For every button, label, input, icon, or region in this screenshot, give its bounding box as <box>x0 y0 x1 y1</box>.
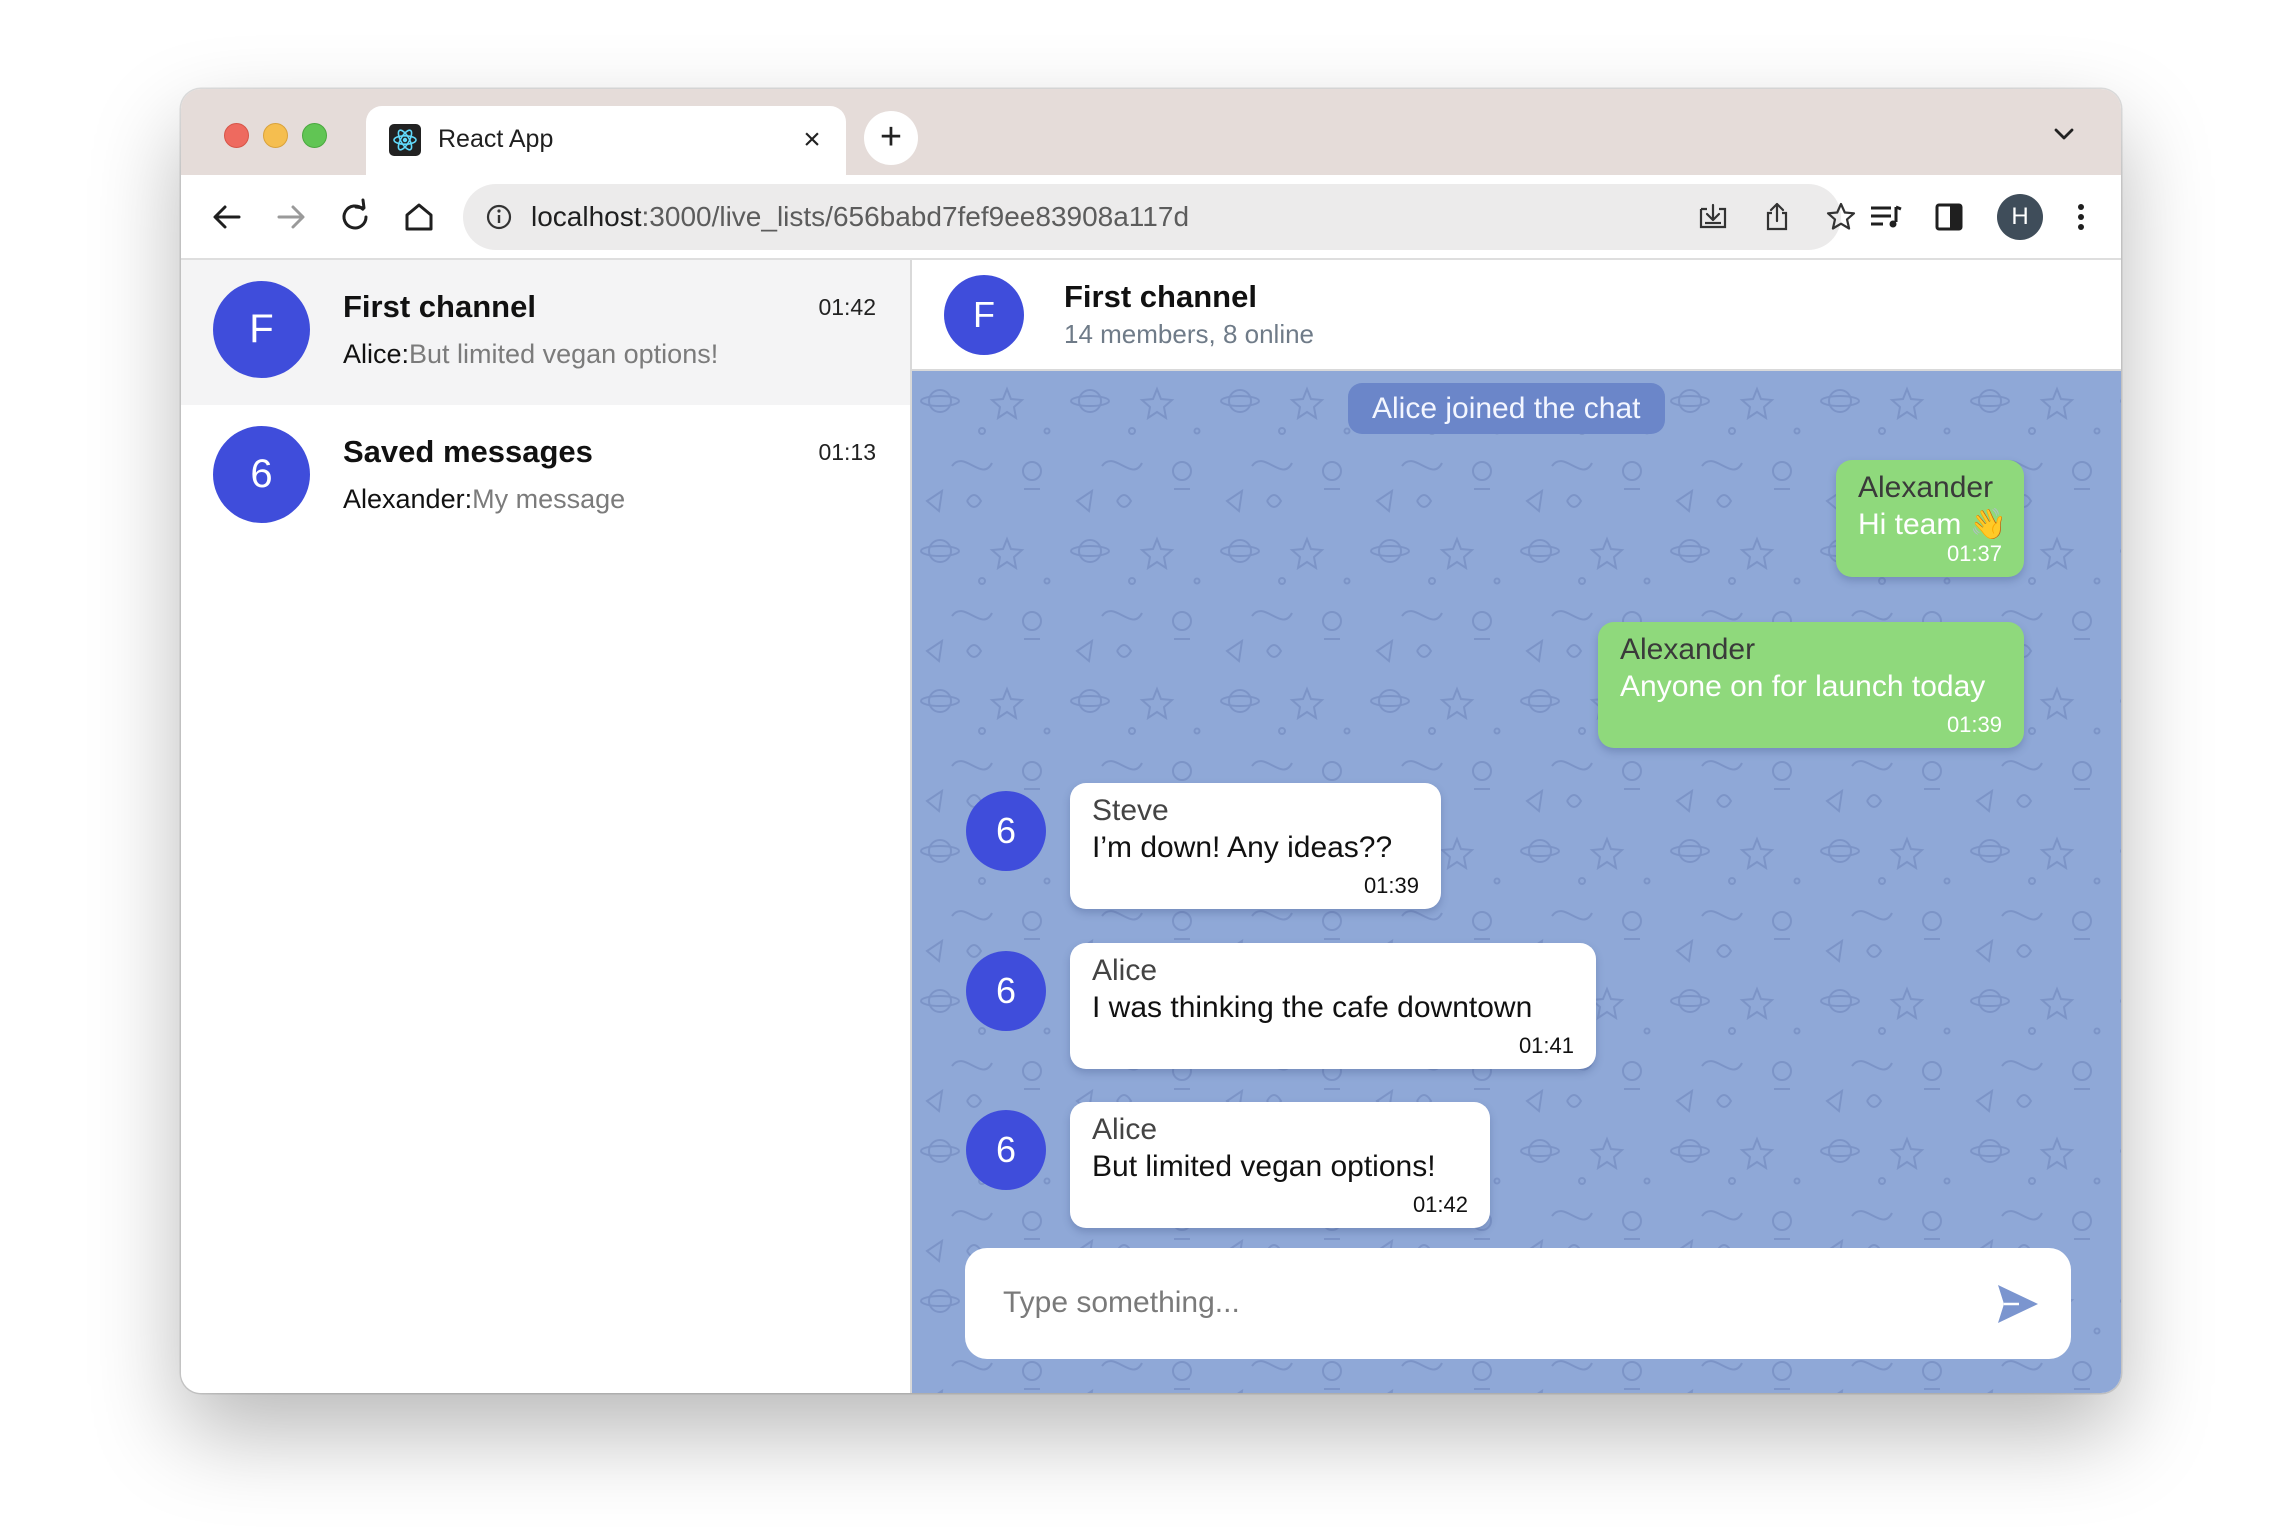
message-sender: Alexander <box>1858 471 1994 504</box>
new-tab-button[interactable]: + <box>864 111 918 165</box>
message-text: I’m down! Any ideas?? <box>1092 831 1393 864</box>
message-text: But limited vegan options! <box>1092 1150 1436 1183</box>
side-panel-icon[interactable] <box>1925 193 1973 241</box>
message-sender: Alice <box>1092 1113 1158 1146</box>
chat-item-first-channel[interactable]: F First channel 01:42 Alice:But limited … <box>181 260 910 405</box>
message-text: Anyone on for launch today <box>1620 670 1986 703</box>
url-path: :3000/live_lists/656babd7fef9ee83908a117… <box>641 201 1190 232</box>
star-icon[interactable] <box>1823 199 1859 235</box>
channel-title: First channel <box>1064 279 1257 314</box>
avatar: 6 <box>213 426 310 523</box>
chat-name: Saved messages <box>343 434 593 469</box>
message-time: 01:39 <box>1946 712 2002 737</box>
more-vert-icon[interactable] <box>2057 193 2105 241</box>
message-time: 01:39 <box>1363 873 1419 898</box>
chat-name: First channel <box>343 289 536 324</box>
chat-time: 01:42 <box>818 294 876 320</box>
sender-avatar[interactable]: 6 <box>966 791 1046 871</box>
sender-avatar[interactable]: 6 <box>966 1110 1046 1190</box>
system-message: Alice joined the chat <box>1348 383 1665 434</box>
channel-avatar[interactable]: F <box>944 275 1024 355</box>
chat-preview: Alice:But limited vegan options! <box>343 339 718 370</box>
message-bubble-in[interactable]: Alice I was thinking the cafe downtown 0… <box>1070 943 1596 1069</box>
avatar: F <box>213 281 310 378</box>
tab-strip: React App × + <box>181 89 2121 175</box>
chevron-down-icon[interactable] <box>2049 119 2079 149</box>
info-icon[interactable] <box>483 201 515 233</box>
chat-item-saved-messages[interactable]: 6 Saved messages 01:13 Alexander:My mess… <box>181 405 910 550</box>
chat-preview: Alexander:My message <box>343 484 625 515</box>
message-bubble-in[interactable]: Steve I’m down! Any ideas?? 01:39 <box>1070 783 1441 909</box>
share-icon[interactable] <box>1759 199 1795 235</box>
url-text: localhost:3000/live_lists/656babd7fef9ee… <box>531 201 1189 233</box>
message-sender: Alice <box>1092 954 1158 987</box>
channel-subtitle: 14 members, 8 online <box>1064 319 1315 349</box>
message-text: I was thinking the cafe downtown <box>1092 991 1533 1024</box>
message-input[interactable] <box>1003 1276 1963 1330</box>
home-icon[interactable] <box>395 193 443 241</box>
app-content: F First channel 01:42 Alice:But limited … <box>181 260 2121 1393</box>
back-arrow-icon[interactable] <box>203 193 251 241</box>
minimize-window-button[interactable] <box>263 123 288 148</box>
browser-window: React App × + localhost:3000/live_lists/… <box>181 89 2121 1393</box>
message-text: Hi team 👋 <box>1858 508 2008 541</box>
message-sender: Alexander <box>1620 633 1756 666</box>
url-host: localhost <box>531 201 642 232</box>
reload-icon[interactable] <box>331 193 379 241</box>
preview-sender: Alice: <box>343 339 410 369</box>
tab-title: React App <box>438 125 554 153</box>
message-composer <box>965 1248 2071 1359</box>
chat-header: F First channel 14 members, 8 online <box>912 260 2121 371</box>
sender-avatar[interactable]: 6 <box>966 951 1046 1031</box>
forward-arrow-icon[interactable] <box>267 193 315 241</box>
close-window-button[interactable] <box>224 123 249 148</box>
preview-text: But limited vegan options! <box>409 339 719 369</box>
preview-sender: Alexander: <box>343 484 473 514</box>
chat-panel: F First channel 14 members, 8 online Ali… <box>912 260 2121 1393</box>
install-icon[interactable] <box>1695 199 1731 235</box>
address-bar[interactable]: localhost:3000/live_lists/656babd7fef9ee… <box>463 184 1856 250</box>
send-icon[interactable] <box>1995 1282 2041 1326</box>
message-time: 01:37 <box>1946 541 2002 566</box>
message-bubble-out[interactable]: Alexander Hi team 👋 01:37 <box>1836 460 2024 577</box>
reading-list-icon[interactable] <box>1861 193 1909 241</box>
tab-close-icon[interactable]: × <box>790 118 834 162</box>
chat-time: 01:13 <box>818 439 876 465</box>
tab-react-app[interactable]: React App × <box>366 106 846 175</box>
preview-text: My message <box>472 484 626 514</box>
profile-avatar[interactable]: H <box>1997 194 2043 240</box>
message-sender: Steve <box>1092 794 1169 827</box>
chat-list: F First channel 01:42 Alice:But limited … <box>181 260 912 1393</box>
message-bubble-in[interactable]: Alice But limited vegan options! 01:42 <box>1070 1102 1490 1228</box>
message-bubble-out[interactable]: Alexander Anyone on for launch today 01:… <box>1598 622 2024 748</box>
browser-toolbar: localhost:3000/live_lists/656babd7fef9ee… <box>181 175 2121 260</box>
react-favicon <box>389 124 421 156</box>
message-area[interactable]: Alice joined the chat Alexander Hi team … <box>912 371 2121 1393</box>
message-time: 01:41 <box>1518 1033 1574 1058</box>
zoom-window-button[interactable] <box>302 123 327 148</box>
message-time: 01:42 <box>1412 1192 1468 1217</box>
